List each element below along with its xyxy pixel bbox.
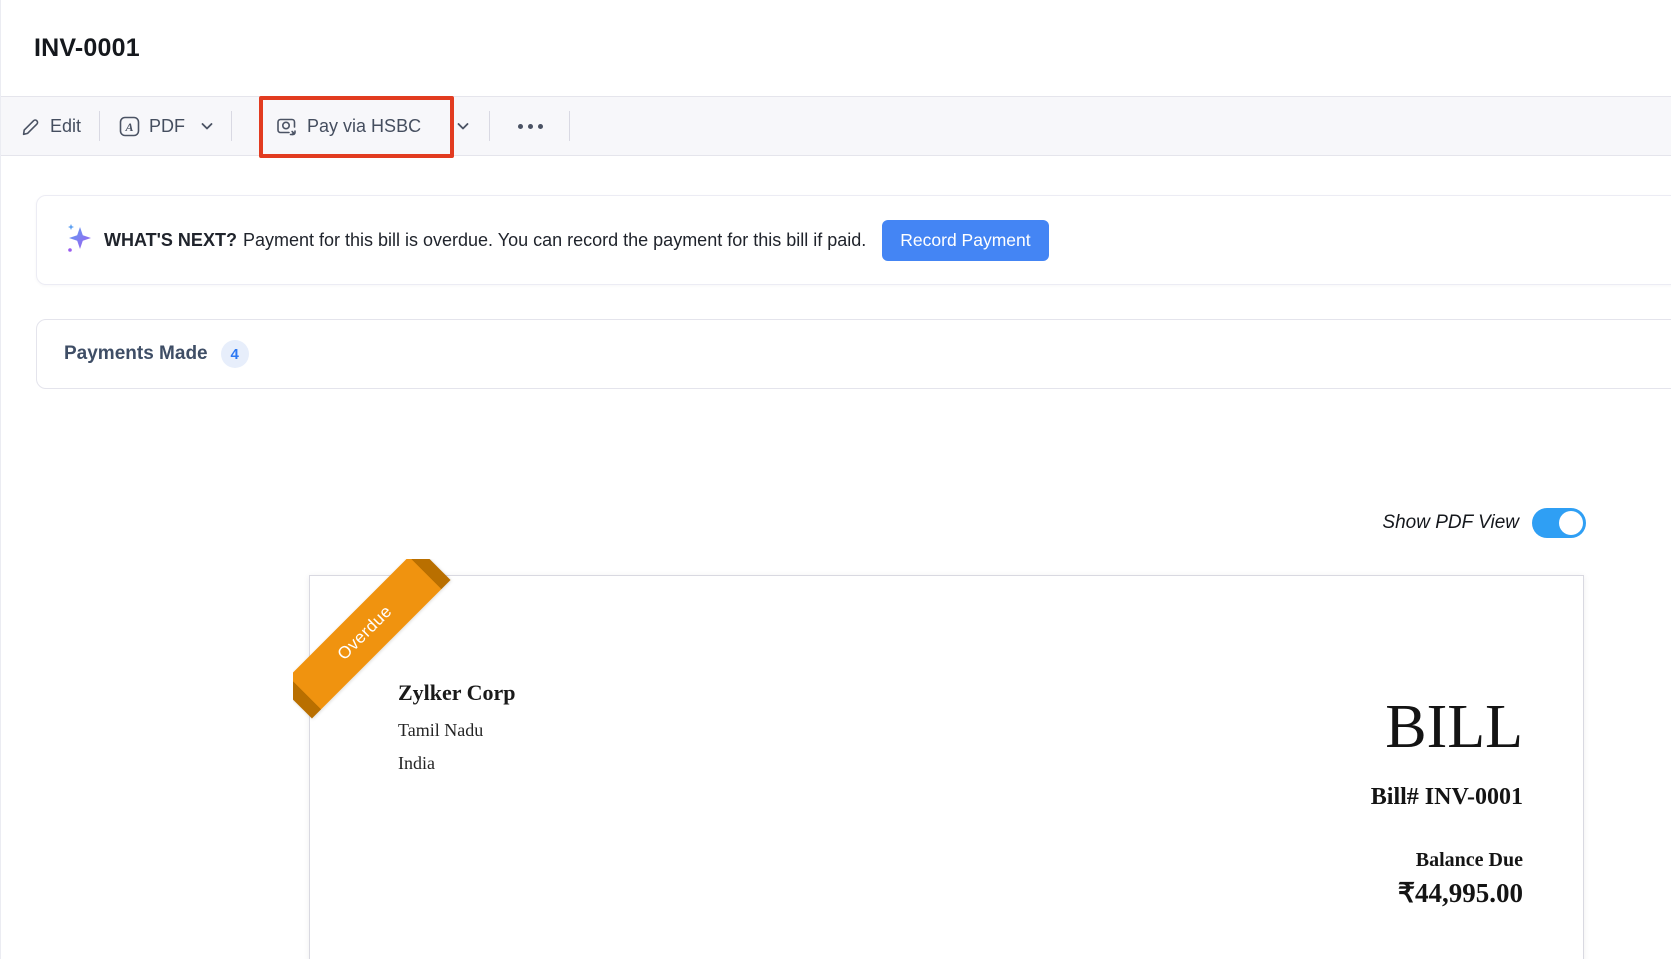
more-options-button[interactable]: [506, 118, 555, 135]
ellipsis-icon: [518, 124, 543, 129]
record-payment-button[interactable]: Record Payment: [882, 220, 1048, 261]
edit-button-label: Edit: [50, 116, 81, 137]
pdf-dropdown-button[interactable]: [197, 112, 217, 140]
bill-doc-type: BILL: [1371, 696, 1523, 758]
bill-header-block: BILL Bill# INV-0001 Balance Due ₹44,995.…: [1371, 696, 1523, 909]
bill-pdf-preview: Overdue Zylker Corp Tamil Nadu India BIL…: [309, 575, 1584, 959]
toolbar: Edit A PDF: [1, 96, 1671, 156]
pencil-icon: [21, 116, 41, 136]
bill-number: Bill# INV-0001: [1371, 784, 1523, 811]
payments-count-badge: 4: [221, 340, 249, 368]
banner-text: WHAT'S NEXT? Payment for this bill is ove…: [104, 230, 866, 251]
pdf-view-toggle-row: Show PDF View: [1, 508, 1671, 538]
pay-via-hsbc-button[interactable]: Pay via HSBC: [257, 109, 439, 143]
toolbar-separator: [99, 111, 100, 141]
payments-made-label: Payments Made: [64, 343, 208, 365]
chevron-down-icon: [199, 118, 215, 134]
balance-due-label: Balance Due: [1371, 849, 1523, 872]
toolbar-separator: [231, 111, 232, 141]
overdue-ribbon: Overdue: [293, 559, 451, 719]
pdf-file-icon: A: [119, 116, 140, 137]
bill-detail-page: INV-0001 Edit A PDF: [0, 0, 1671, 959]
sparkle-icon: [64, 222, 94, 259]
payment-card-icon: [275, 115, 298, 137]
balance-due-amount: ₹44,995.00: [1371, 878, 1523, 909]
banner-message: Payment for this bill is overdue. You ca…: [243, 230, 866, 250]
page-title: INV-0001: [34, 34, 140, 63]
vendor-country: India: [398, 753, 516, 774]
banner-title: WHAT'S NEXT?: [104, 230, 237, 250]
edit-button[interactable]: Edit: [21, 110, 81, 143]
pay-dropdown-button[interactable]: [453, 112, 473, 140]
toggle-knob: [1559, 511, 1583, 535]
chevron-down-icon: [455, 118, 471, 134]
pay-via-hsbc-label: Pay via HSBC: [307, 116, 421, 137]
overdue-ribbon-wrap: Overdue: [293, 559, 488, 754]
whats-next-banner: WHAT'S NEXT? Payment for this bill is ove…: [36, 195, 1671, 285]
payments-made-card[interactable]: Payments Made 4: [36, 319, 1671, 389]
pdf-button-label: PDF: [149, 116, 185, 137]
pdf-button[interactable]: A PDF: [119, 110, 185, 143]
toolbar-separator: [569, 111, 570, 141]
show-pdf-view-label: Show PDF View: [1382, 512, 1519, 534]
svg-text:A: A: [125, 120, 134, 134]
page-header: INV-0001: [1, 0, 1671, 96]
show-pdf-view-toggle[interactable]: [1532, 508, 1586, 538]
toolbar-separator: [489, 111, 490, 141]
